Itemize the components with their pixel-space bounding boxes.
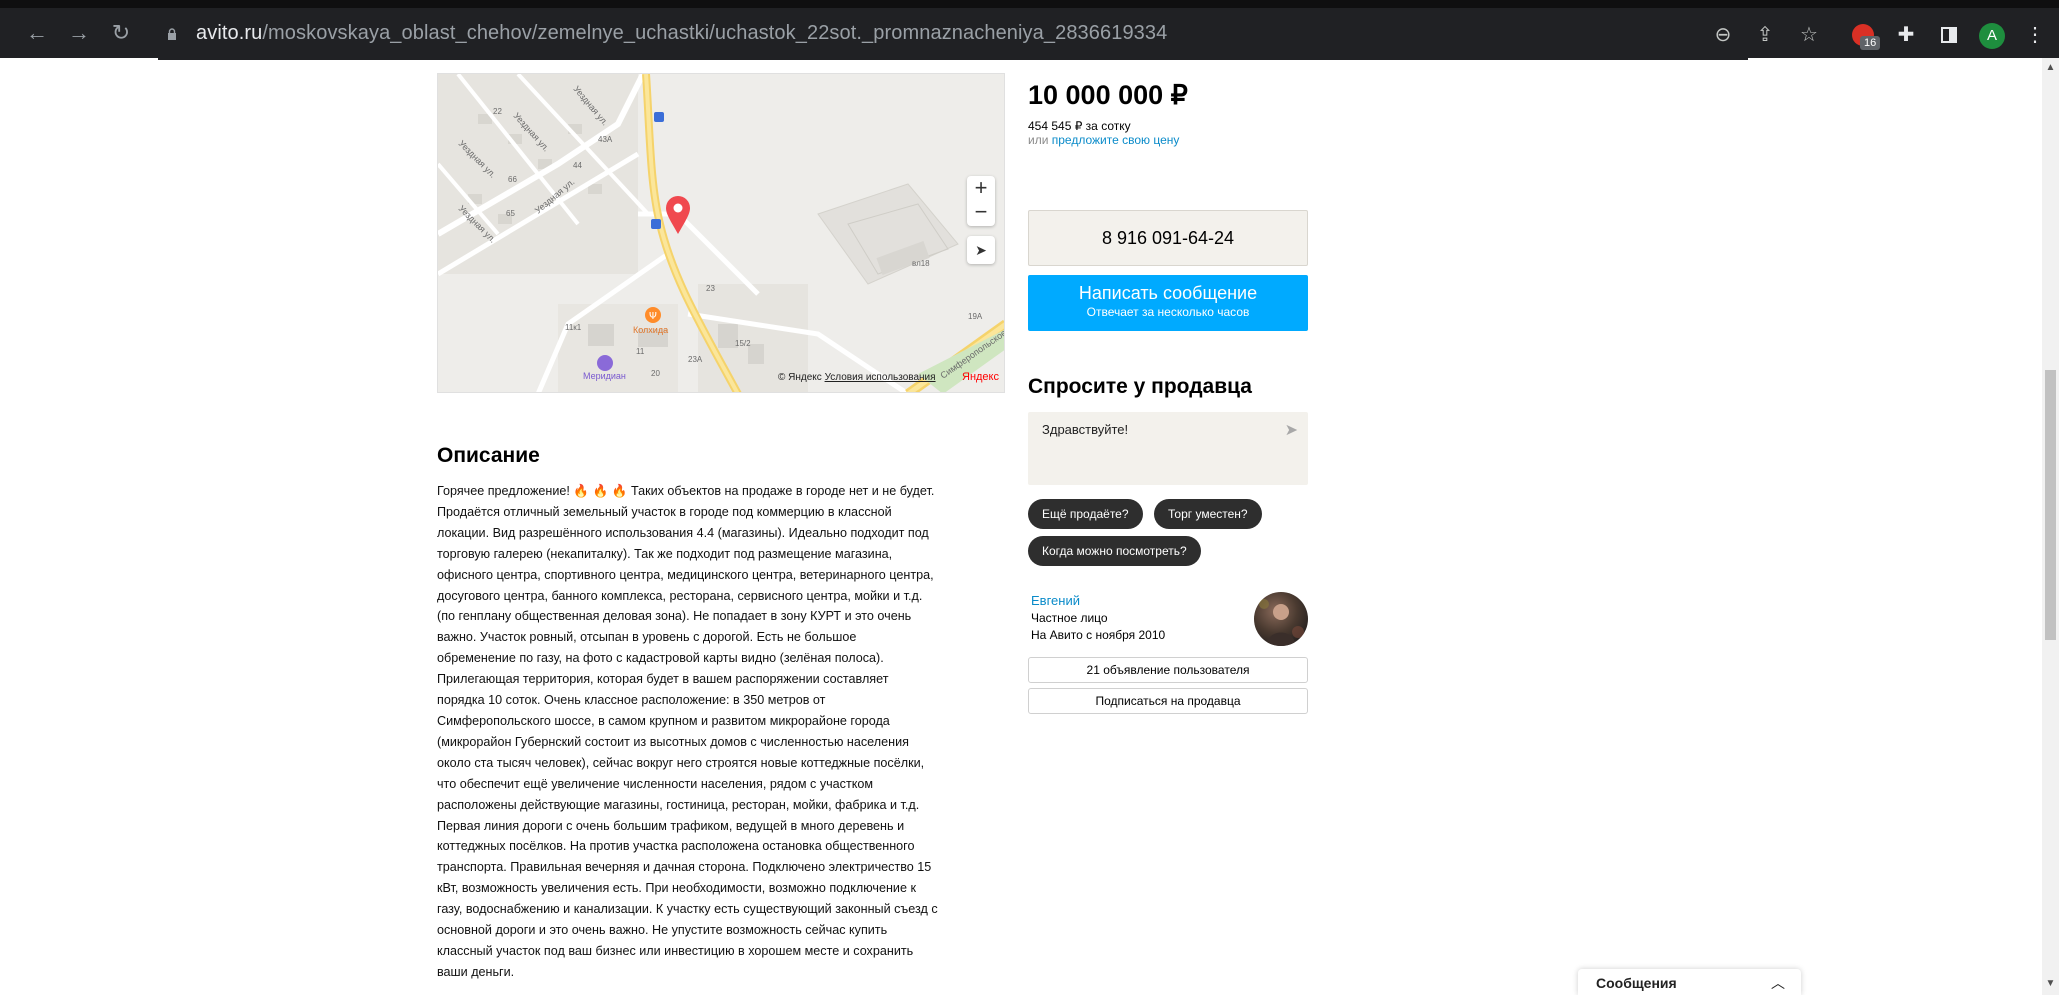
- scrollbar-thumb[interactable]: [2045, 370, 2056, 640]
- zoom-out-icon[interactable]: ⊖: [1710, 22, 1736, 48]
- chevron-up-icon[interactable]: ︿: [1771, 973, 1785, 993]
- map-geolocation-button[interactable]: ➤: [967, 236, 995, 264]
- description-line: Первая линия дороги с очень большим траф…: [437, 818, 905, 833]
- scroll-down-arrow-icon[interactable]: ▼: [2045, 978, 2056, 990]
- menu-kebab-icon[interactable]: ⋮: [2022, 22, 2048, 48]
- quick-question-chip[interactable]: Торг уместен?: [1154, 499, 1262, 529]
- map-provider-logo[interactable]: Яндекс: [962, 371, 999, 383]
- location-map[interactable]: Ψ Уездная ул. Уездная ул. Уездная ул. Уе…: [437, 73, 1005, 393]
- map-house-number: 23: [706, 284, 715, 293]
- description-line: офисного центра, спортивного центра, мед…: [437, 567, 934, 582]
- map-house-number: 15/2: [735, 339, 751, 348]
- offer-price-link[interactable]: предложите свою цену: [1052, 133, 1180, 147]
- tab-strip: [0, 0, 2059, 8]
- seller-avatar[interactable]: [1254, 592, 1308, 646]
- description-line: транспорта. Правильная вечерняя и дачная…: [437, 860, 932, 875]
- reload-icon[interactable]: ↻: [108, 20, 134, 46]
- map-zoom-in-button[interactable]: +: [967, 176, 995, 200]
- seller-name-link[interactable]: Евгений: [1031, 593, 1080, 608]
- show-phone-button[interactable]: 8 916 091-64-24: [1028, 210, 1308, 266]
- seller-member-since: На Авито с ноября 2010: [1031, 628, 1166, 642]
- description-line: Продаётся отличный земельный участок в г…: [437, 504, 892, 519]
- map-terms-link[interactable]: Условия использования: [825, 372, 936, 383]
- map-copyright-text: © Яндекс: [778, 372, 822, 383]
- url-path: /moskovskaya_oblast_chehov/zemelnye_ucha…: [262, 22, 1168, 44]
- description-line: (по генплану общественная деловая зона).…: [437, 609, 912, 624]
- ask-seller-input[interactable]: Здравствуйте! ➤: [1028, 412, 1308, 485]
- map-zoom-control: + −: [967, 176, 995, 226]
- forward-icon[interactable]: →: [66, 20, 92, 46]
- messenger-widget[interactable]: Сообщения ︿: [1578, 969, 1801, 995]
- offer-prefix: или: [1028, 133, 1052, 147]
- map-provider-logo-text: Яндекс: [962, 371, 999, 383]
- description-line: торговую галерею (некапиталку). Так же п…: [437, 546, 893, 561]
- response-time-label: Отвечает за несколько часов: [1086, 305, 1250, 319]
- map-zoom-out-button[interactable]: −: [967, 200, 995, 224]
- description-line: (микрорайон Губернский состоит из высотн…: [437, 734, 909, 749]
- description-title: Описание: [437, 444, 540, 467]
- seller-avatar-image: [1259, 599, 1304, 646]
- description-line: около ста тысяч человек), сейчас вокруг …: [437, 755, 925, 770]
- map-house-number: 11: [636, 347, 645, 356]
- description-body: Горячее предложение! 🔥 🔥 🔥 Таких объекто…: [437, 481, 1012, 983]
- svg-text:Ψ: Ψ: [649, 311, 657, 322]
- messenger-label: Сообщения: [1596, 975, 1677, 991]
- url-host: avito.ru: [196, 22, 263, 44]
- map-house-number: 23А: [688, 355, 703, 364]
- write-message-button[interactable]: Написать сообщение Отвечает за несколько…: [1028, 275, 1308, 331]
- description-line: ваши деньги.: [437, 964, 515, 979]
- seller-listings-button[interactable]: 21 объявление пользователя: [1028, 657, 1308, 683]
- bookmark-star-icon[interactable]: ☆: [1796, 22, 1822, 48]
- map-house-number: вл18: [912, 259, 930, 268]
- map-house-number: 11к1: [565, 323, 582, 332]
- description-line: важно. Участок ровный, отсыпан в уровень…: [437, 630, 857, 645]
- side-panel-icon[interactable]: [1936, 22, 1962, 48]
- quick-question-chip[interactable]: Когда можно посмотреть?: [1028, 536, 1201, 566]
- map-house-number: 43А: [598, 135, 613, 144]
- write-message-label: Написать сообщение: [1078, 283, 1258, 303]
- share-icon[interactable]: ⇪: [1752, 22, 1778, 48]
- price-per-unit: 454 545 ₽ за сотку: [1028, 119, 1131, 133]
- map-poi-label: Меридиан: [583, 371, 626, 381]
- description-line: расположены действующие магазины, гостин…: [437, 797, 920, 812]
- url-text[interactable]: avito.ru/moskovskaya_oblast_chehov/zemel…: [196, 22, 1167, 45]
- description-line: локации. Вид разрешённого использования …: [437, 525, 929, 540]
- ask-seller-title: Спросите у продавца: [1028, 375, 1252, 398]
- listing-price: 10 000 000 ₽: [1028, 80, 1188, 110]
- map-house-number: 22: [493, 107, 502, 116]
- map-house-number: 44: [573, 161, 582, 170]
- map-poi-label: Колхида: [633, 325, 668, 335]
- map-house-number: 65: [506, 209, 515, 218]
- map-copyright: © Яндекс Условия использования: [778, 372, 936, 383]
- description-line: Симферопольского шоссе, в самом крупном …: [437, 713, 890, 728]
- description-line: Прилегающая территория, которая будет в …: [437, 672, 889, 687]
- scroll-up-arrow-icon[interactable]: ▲: [2045, 62, 2056, 74]
- map-house-number: 66: [508, 175, 517, 184]
- description-line: что обеспечит ещё увеличение численности…: [437, 776, 874, 791]
- description-line: порядка 10 соток. Очень классное располо…: [437, 693, 826, 708]
- extensions-puzzle-icon[interactable]: ✚: [1893, 22, 1919, 48]
- description-line: кВт, возможность увеличения есть. При не…: [437, 881, 916, 896]
- send-icon[interactable]: ➤: [1285, 420, 1298, 440]
- ask-seller-input-value: Здравствуйте!: [1042, 422, 1129, 437]
- description-line: обременение по газу, на фото с кадастров…: [437, 651, 884, 666]
- subscribe-seller-button[interactable]: Подписаться на продавца: [1028, 688, 1308, 714]
- map-house-number: 20: [651, 369, 660, 378]
- extension-badge: 16: [1860, 36, 1881, 50]
- description-line: основной дороги и это очень важно. Не уп…: [437, 923, 888, 938]
- description-line: коттеджных посёлков. На против участка р…: [437, 839, 915, 854]
- map-canvas: Ψ Уездная ул. Уездная ул. Уездная ул. Уе…: [438, 74, 1004, 392]
- description-line: газу, водоснабжению и канализации. К уча…: [437, 902, 938, 917]
- description-line: классный участок под ваш бизнес или инве…: [437, 943, 914, 958]
- quick-question-chip[interactable]: Ещё продаёте?: [1028, 499, 1143, 529]
- seller-type: Частное лицо: [1031, 611, 1108, 625]
- offer-price-line: или предложите свою цену: [1028, 133, 1179, 147]
- description-line: досугового центра, банного комплекса, ре…: [437, 588, 923, 603]
- description-line: Горячее предложение! 🔥 🔥 🔥 Таких объекто…: [437, 484, 935, 498]
- profile-avatar[interactable]: A: [1979, 23, 2005, 49]
- back-icon[interactable]: ←: [24, 20, 50, 46]
- lock-icon[interactable]: [167, 28, 177, 40]
- map-house-number: 19А: [968, 312, 983, 321]
